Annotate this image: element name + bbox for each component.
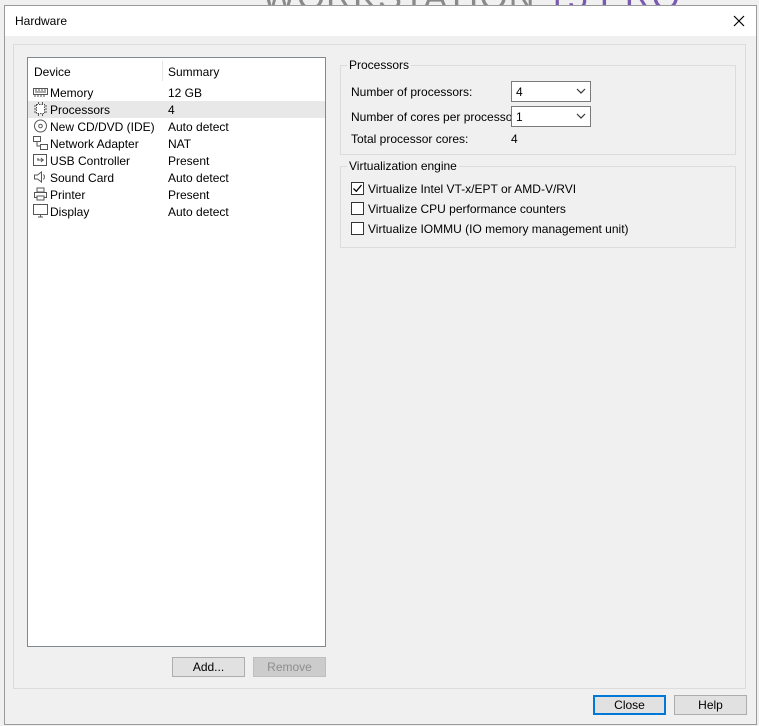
speaker-icon <box>33 170 48 184</box>
monitor-icon <box>33 204 48 218</box>
device-name: New CD/DVD (IDE) <box>50 120 155 134</box>
total-cores-value: 4 <box>511 132 518 146</box>
dialog-title: Hardware <box>15 14 68 28</box>
device-summary: 12 GB <box>168 86 203 100</box>
cd-icon <box>33 119 48 133</box>
close-icon[interactable] <box>728 10 750 32</box>
cores-per-processor-value: 1 <box>516 110 523 124</box>
device-row-display[interactable]: Display Auto detect <box>28 203 325 220</box>
device-row-usb-controller[interactable]: USB Controller Present <box>28 152 325 169</box>
device-name: USB Controller <box>50 154 131 168</box>
device-summary: NAT <box>168 137 192 151</box>
memory-icon <box>33 85 48 99</box>
printer-icon <box>33 187 48 201</box>
device-name: Memory <box>50 86 94 100</box>
title-bar: Hardware <box>5 6 756 36</box>
list-header: Device Summary <box>28 58 325 84</box>
chevron-down-icon <box>576 113 586 119</box>
close-button[interactable]: Close <box>593 695 666 715</box>
device-list[interactable]: Device Summary Memory 12 GB Processors 4… <box>27 57 326 647</box>
hardware-dialog: Hardware Device Summary Memory 12 GB Pro… <box>4 5 757 725</box>
total-cores-label: Total processor cores: <box>351 132 469 146</box>
cpu-counters-checkbox[interactable] <box>351 202 364 215</box>
cores-per-processor-select[interactable]: 1 <box>511 106 591 127</box>
num-processors-label: Number of processors: <box>351 85 473 99</box>
device-name: Printer <box>50 188 86 202</box>
device-row-memory[interactable]: Memory 12 GB <box>28 84 325 101</box>
device-name: Display <box>50 205 90 219</box>
device-row-processors[interactable]: Processors 4 <box>28 101 325 118</box>
device-name: Sound Card <box>50 171 115 185</box>
usb-icon <box>33 153 48 167</box>
device-name: Processors <box>50 103 111 117</box>
column-header-summary[interactable]: Summary <box>168 65 219 79</box>
cpu-counters-label: Virtualize CPU performance counters <box>368 202 566 216</box>
device-summary: Auto detect <box>168 120 229 134</box>
cores-per-processor-label: Number of cores per processor: <box>351 110 520 124</box>
device-name: Network Adapter <box>50 137 139 151</box>
device-summary: Auto detect <box>168 205 229 219</box>
device-row-printer[interactable]: Printer Present <box>28 186 325 203</box>
column-separator[interactable] <box>162 61 163 81</box>
num-processors-select[interactable]: 4 <box>511 81 591 102</box>
add-button[interactable]: Add... <box>172 657 245 677</box>
vtx-checkbox[interactable] <box>351 182 364 195</box>
virtualization-legend: Virtualization engine <box>347 159 459 173</box>
processor-icon <box>33 102 48 116</box>
virtualization-group: Virtualization engine Virtualize Intel V… <box>340 159 736 248</box>
device-rows: Memory 12 GB Processors 4 New CD/DVD (ID… <box>28 84 325 220</box>
network-icon <box>33 136 48 150</box>
num-processors-value: 4 <box>516 85 523 99</box>
dialog-content: Device Summary Memory 12 GB Processors 4… <box>13 44 746 689</box>
device-row-sound-card[interactable]: Sound Card Auto detect <box>28 169 325 186</box>
processors-legend: Processors <box>347 58 412 72</box>
help-button[interactable]: Help <box>674 695 747 715</box>
device-row-network-adapter[interactable]: Network Adapter NAT <box>28 135 325 152</box>
device-summary: 4 <box>168 103 175 117</box>
device-summary: Present <box>168 188 210 202</box>
processors-group: Processors Number of processors: 4 Numbe… <box>340 58 736 155</box>
column-header-device[interactable]: Device <box>34 65 71 79</box>
device-summary: Present <box>168 154 210 168</box>
device-row-cd-dvd[interactable]: New CD/DVD (IDE) Auto detect <box>28 118 325 135</box>
checkmark-icon <box>353 184 363 193</box>
iommu-label: Virtualize IOMMU (IO memory management u… <box>368 222 629 236</box>
vtx-label: Virtualize Intel VT-x/EPT or AMD-V/RVI <box>368 182 577 196</box>
chevron-down-icon <box>576 88 586 94</box>
remove-button[interactable]: Remove <box>253 657 326 677</box>
device-summary: Auto detect <box>168 171 229 185</box>
iommu-checkbox[interactable] <box>351 222 364 235</box>
